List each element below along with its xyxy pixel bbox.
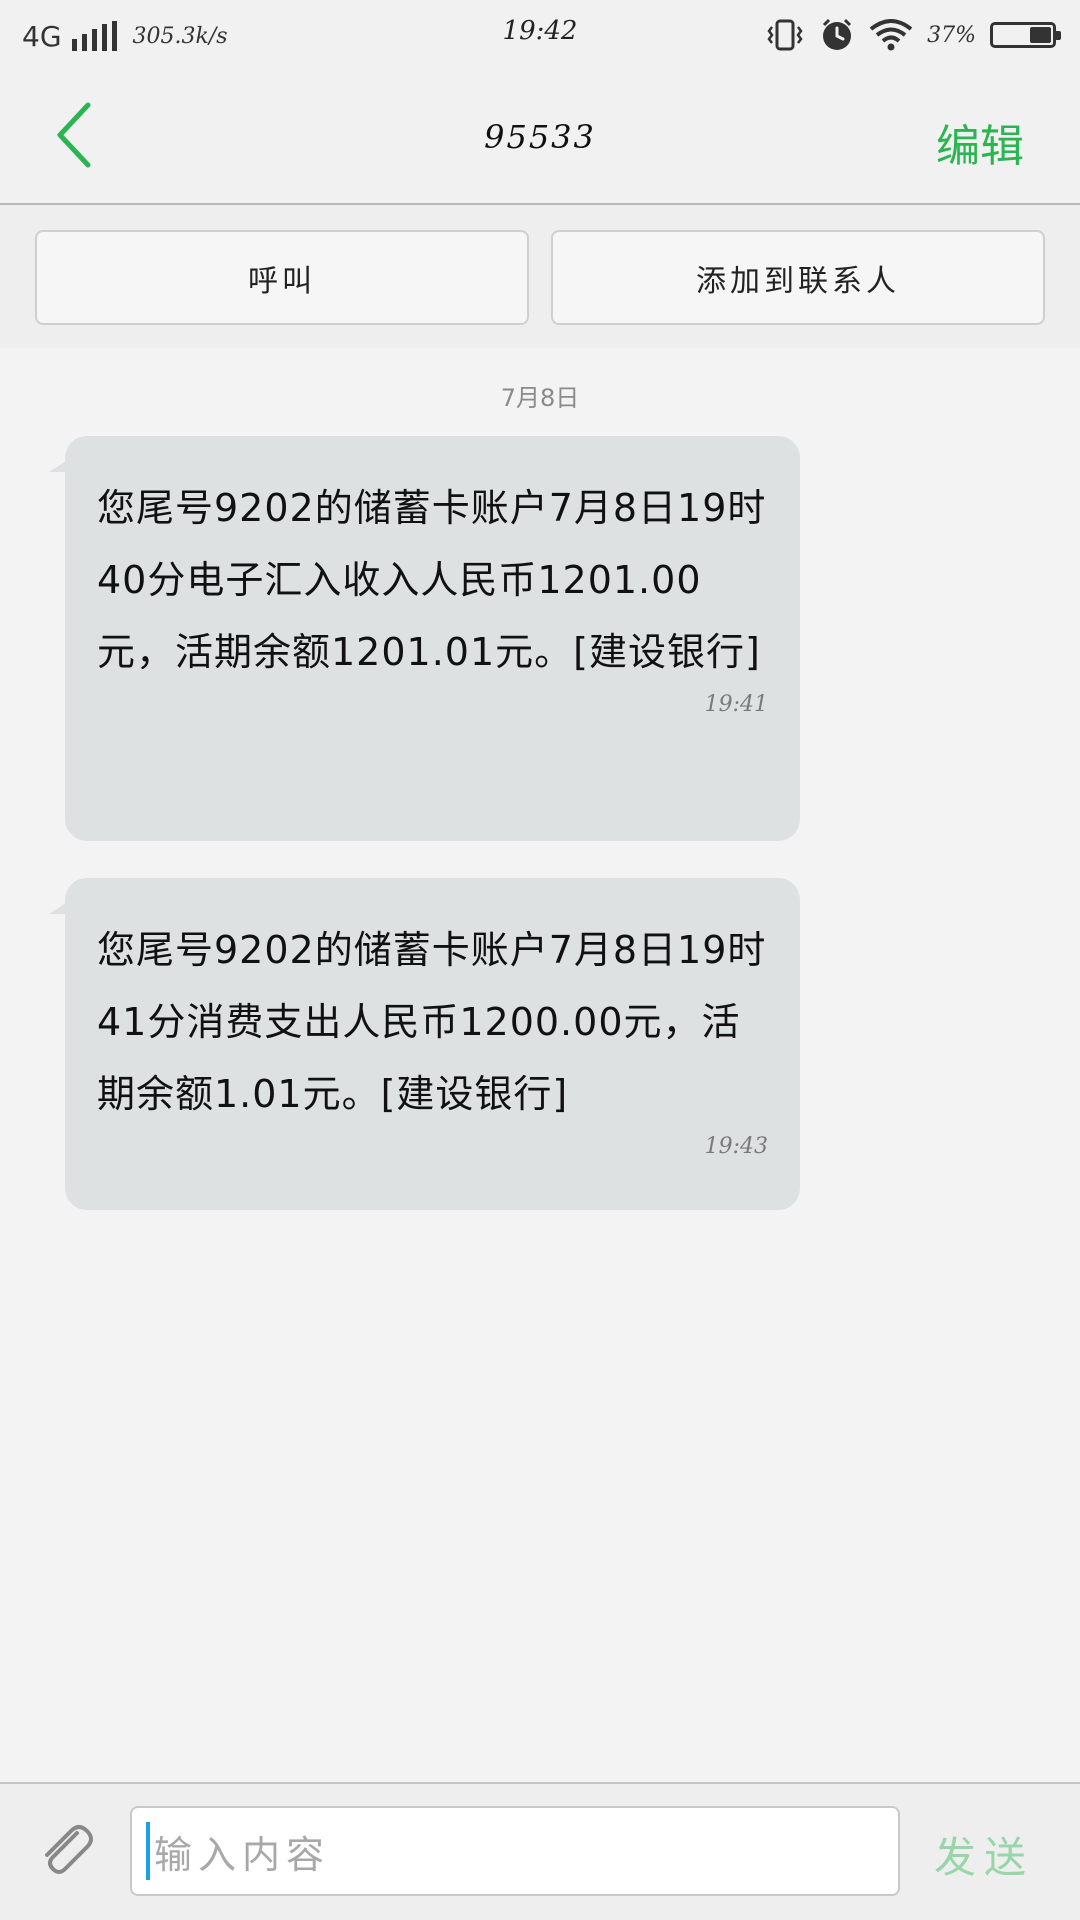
message-composer: 输入内容 发送	[0, 1782, 1080, 1920]
message-time: 19:43	[704, 1134, 768, 1159]
alarm-icon	[819, 17, 855, 53]
battery-icon	[990, 22, 1061, 48]
add-to-contacts-button[interactable]: 添加到联系人	[551, 230, 1045, 325]
wifi-icon	[869, 18, 913, 52]
contact-action-bar: 呼叫 添加到联系人	[0, 205, 1080, 348]
status-right: 37%	[765, 16, 1061, 54]
text-cursor	[146, 1822, 150, 1880]
message-time: 19:41	[704, 692, 768, 717]
input-placeholder: 输入内容	[154, 1832, 331, 1877]
battery-percent: 37%	[927, 22, 976, 48]
date-separator: 7月8日	[500, 384, 580, 412]
message-thread[interactable]: 7月8日 您尾号9202的储蓄卡账户7月8日19时40分电子汇入收入人民币120…	[0, 348, 1080, 1782]
status-bar: 4G 305.3k/s 19:42 37%	[0, 0, 1080, 70]
edit-button[interactable]: 编辑	[936, 110, 1024, 174]
battery-level-fill	[1030, 27, 1051, 43]
message-text: 您尾号9202的储蓄卡账户7月8日19时41分消费支出人民币1200.00元，活…	[97, 928, 767, 1116]
call-button[interactable]: 呼叫	[35, 230, 529, 325]
message-text: 您尾号9202的储蓄卡账户7月8日19时40分电子汇入收入人民币1201.00元…	[97, 486, 767, 674]
paperclip-icon	[45, 1825, 93, 1874]
contact-number-title: 95533	[484, 118, 596, 156]
conversation-header: 95533 编辑	[0, 70, 1080, 205]
attach-button[interactable]	[30, 1814, 100, 1884]
send-button[interactable]: 发送	[934, 1824, 1034, 1885]
message-bubble[interactable]: 您尾号9202的储蓄卡账户7月8日19时40分电子汇入收入人民币1201.00元…	[49, 436, 800, 841]
vibrate-icon	[765, 18, 805, 52]
message-bubble[interactable]: 您尾号9202的储蓄卡账户7月8日19时41分消费支出人民币1200.00元，活…	[49, 878, 800, 1210]
chevron-left-icon	[57, 102, 91, 168]
message-input[interactable]: 输入内容	[130, 1806, 900, 1896]
back-button[interactable]	[44, 100, 104, 170]
